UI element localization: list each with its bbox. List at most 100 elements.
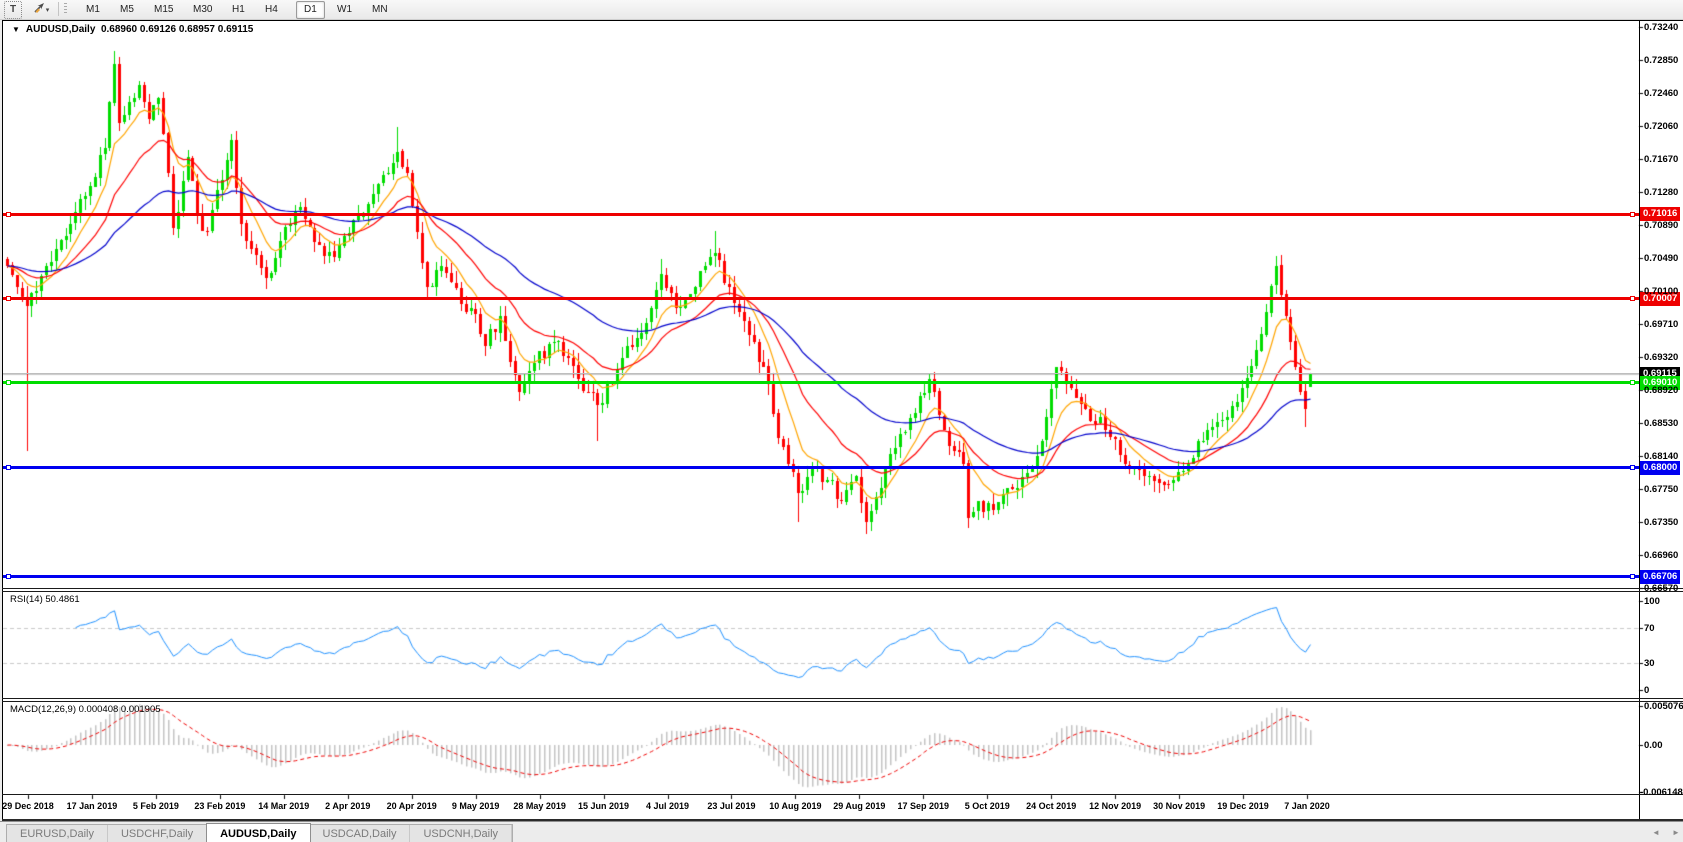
price-tick-label: 0.69320 [1644, 352, 1678, 363]
window-border-left [2, 20, 3, 820]
macd-label: MACD(12,26,9) 0.000408 0.001905 [10, 704, 161, 715]
styler-tool-button[interactable]: ▾ [25, 1, 57, 19]
tab-audusd[interactable]: AUDUSD,Daily [206, 823, 310, 842]
date-label: 28 May 2019 [513, 801, 566, 811]
date-label: 15 Jun 2019 [578, 801, 629, 811]
date-label: 29 Dec 2018 [2, 801, 54, 811]
tf-button-m30[interactable]: M30 [185, 1, 220, 19]
price-tick-label: 0.68530 [1644, 418, 1678, 429]
chart-title: ▼ AUDUSD,Daily 0.68960 0.69126 0.68957 0.… [12, 24, 253, 35]
date-label: 23 Jul 2019 [707, 801, 755, 811]
date-label: 23 Feb 2019 [194, 801, 245, 811]
rsi-tick-label: 70 [1644, 623, 1655, 634]
support-blue-2-price-label: 0.66706 [1640, 570, 1680, 584]
price-tick-label: 0.68140 [1644, 451, 1678, 462]
rsi-label: RSI(14) 50.4861 [10, 594, 80, 605]
support-blue-2-handle[interactable] [6, 574, 11, 579]
date-label: 30 Nov 2019 [1153, 801, 1205, 811]
resistance-upper-line[interactable] [3, 213, 1639, 216]
tf-button-h4[interactable]: H4 [257, 1, 286, 19]
main-rsi-separator-2 [2, 591, 1683, 592]
support-blue-1-handle[interactable] [6, 465, 11, 470]
toolbar-separator [58, 2, 59, 16]
chevron-down-icon: ▾ [46, 7, 50, 14]
tf-button-m15[interactable]: M15 [146, 1, 181, 19]
resistance-lower-line[interactable] [3, 297, 1639, 300]
chart-tab-strip: EURUSD,DailyUSDCHF,DailyAUDUSD,DailyUSDC… [0, 821, 1683, 842]
support-green-handle[interactable] [1630, 380, 1635, 385]
text-tool-button[interactable]: T [4, 1, 22, 19]
support-blue-2-line[interactable] [3, 575, 1639, 578]
mt4-window: T ▾ M1M5M15M30H1H4D1W1MN ▼AUDUSD,Dai [0, 0, 1683, 842]
tab-usdcad[interactable]: USDCAD,Daily [310, 825, 411, 842]
price-tick-label: 0.70890 [1644, 220, 1678, 231]
tf-button-m1[interactable]: M1 [78, 1, 108, 19]
macd-dates-separator [2, 794, 1683, 795]
date-label: 5 Oct 2019 [965, 801, 1010, 811]
support-blue-1-line[interactable] [3, 466, 1639, 469]
window-border-top [2, 20, 1683, 21]
tf-button-w1[interactable]: W1 [329, 1, 360, 19]
rsi-macd-separator-2 [2, 701, 1683, 702]
tab-eurusd[interactable]: EURUSD,Daily [7, 825, 108, 842]
support-blue-1-price-label: 0.68000 [1640, 461, 1680, 475]
rsi-macd-separator[interactable] [2, 698, 1683, 699]
toolbar: T ▾ M1M5M15M30H1H4 D1W1MN [0, 0, 1683, 20]
tab-usdchf[interactable]: USDCHF,Daily [108, 825, 207, 842]
date-label: 9 May 2019 [452, 801, 500, 811]
tf-button-mn[interactable]: MN [364, 1, 396, 19]
price-tick-label: 0.66960 [1644, 550, 1678, 561]
macd-tick-label: -0.006148 [1640, 787, 1683, 798]
support-blue-1-handle[interactable] [1630, 465, 1635, 470]
tab-scroll-right-icon[interactable]: ► [1672, 828, 1680, 837]
ohlc-close: 0.69115 [218, 24, 254, 35]
resistance-lower-handle[interactable] [1630, 296, 1635, 301]
resistance-lower-handle[interactable] [6, 296, 11, 301]
date-label: 4 Jul 2019 [646, 801, 689, 811]
date-label: 29 Aug 2019 [833, 801, 885, 811]
ohlc-high: 0.69126 [140, 24, 176, 35]
chevron-down-icon[interactable]: ▼ [12, 25, 20, 34]
price-tick-label: 0.72460 [1644, 88, 1678, 99]
price-tick-label: 0.67350 [1644, 517, 1678, 528]
tab-scroll-left-icon[interactable]: ◄ [1652, 828, 1660, 837]
date-label: 19 Dec 2019 [1217, 801, 1269, 811]
date-label: 20 Apr 2019 [387, 801, 437, 811]
bid-price-line-line [3, 373, 1639, 374]
chart-tabs: EURUSD,DailyUSDCHF,DailyAUDUSD,DailyUSDC… [6, 824, 513, 842]
ohlc-open: 0.68960 [101, 24, 137, 35]
date-label: 24 Oct 2019 [1026, 801, 1076, 811]
date-label: 12 Nov 2019 [1089, 801, 1141, 811]
rsi-tick-label: 30 [1644, 658, 1655, 669]
support-blue-2-handle[interactable] [1630, 574, 1635, 579]
tf-button-h1[interactable]: H1 [224, 1, 253, 19]
tab-usdcnh[interactable]: USDCNH,Daily [410, 825, 512, 842]
price-tick-label: 0.66570 [1644, 583, 1678, 594]
resistance-upper-handle[interactable] [6, 212, 11, 217]
resistance-upper-handle[interactable] [1630, 212, 1635, 217]
price-tick-label: 0.72060 [1644, 121, 1678, 132]
price-tick-label: 0.70490 [1644, 253, 1678, 264]
toolbar-grip[interactable] [64, 3, 67, 15]
rsi-tick-label: 100 [1644, 596, 1660, 607]
date-label: 2 Apr 2019 [325, 801, 370, 811]
date-label: 17 Jan 2019 [67, 801, 118, 811]
styler-arrows-icon [33, 4, 46, 15]
ohlc-low: 0.68957 [179, 24, 215, 35]
date-label: 5 Feb 2019 [133, 801, 179, 811]
price-tick-label: 0.73240 [1644, 22, 1678, 33]
price-tick-label: 0.69710 [1644, 319, 1678, 330]
main-rsi-separator[interactable] [2, 588, 1683, 589]
support-green-handle[interactable] [6, 380, 11, 385]
date-label: 10 Aug 2019 [769, 801, 821, 811]
tf-button-d1[interactable]: D1 [296, 1, 325, 19]
rsi-tick-label: 0 [1644, 685, 1649, 696]
macd-tick-label: 0.00 [1644, 740, 1663, 751]
chart-window: ▼ AUDUSD,Daily 0.68960 0.69126 0.68957 0.… [2, 20, 1683, 821]
support-green-line[interactable] [3, 381, 1639, 384]
price-tick-label: 0.71670 [1644, 154, 1678, 165]
price-tick-label: 0.70100 [1644, 286, 1678, 297]
date-label: 14 Mar 2019 [258, 801, 309, 811]
chart-symbol-period: AUDUSD,Daily [26, 24, 95, 35]
tf-button-m5[interactable]: M5 [112, 1, 142, 19]
